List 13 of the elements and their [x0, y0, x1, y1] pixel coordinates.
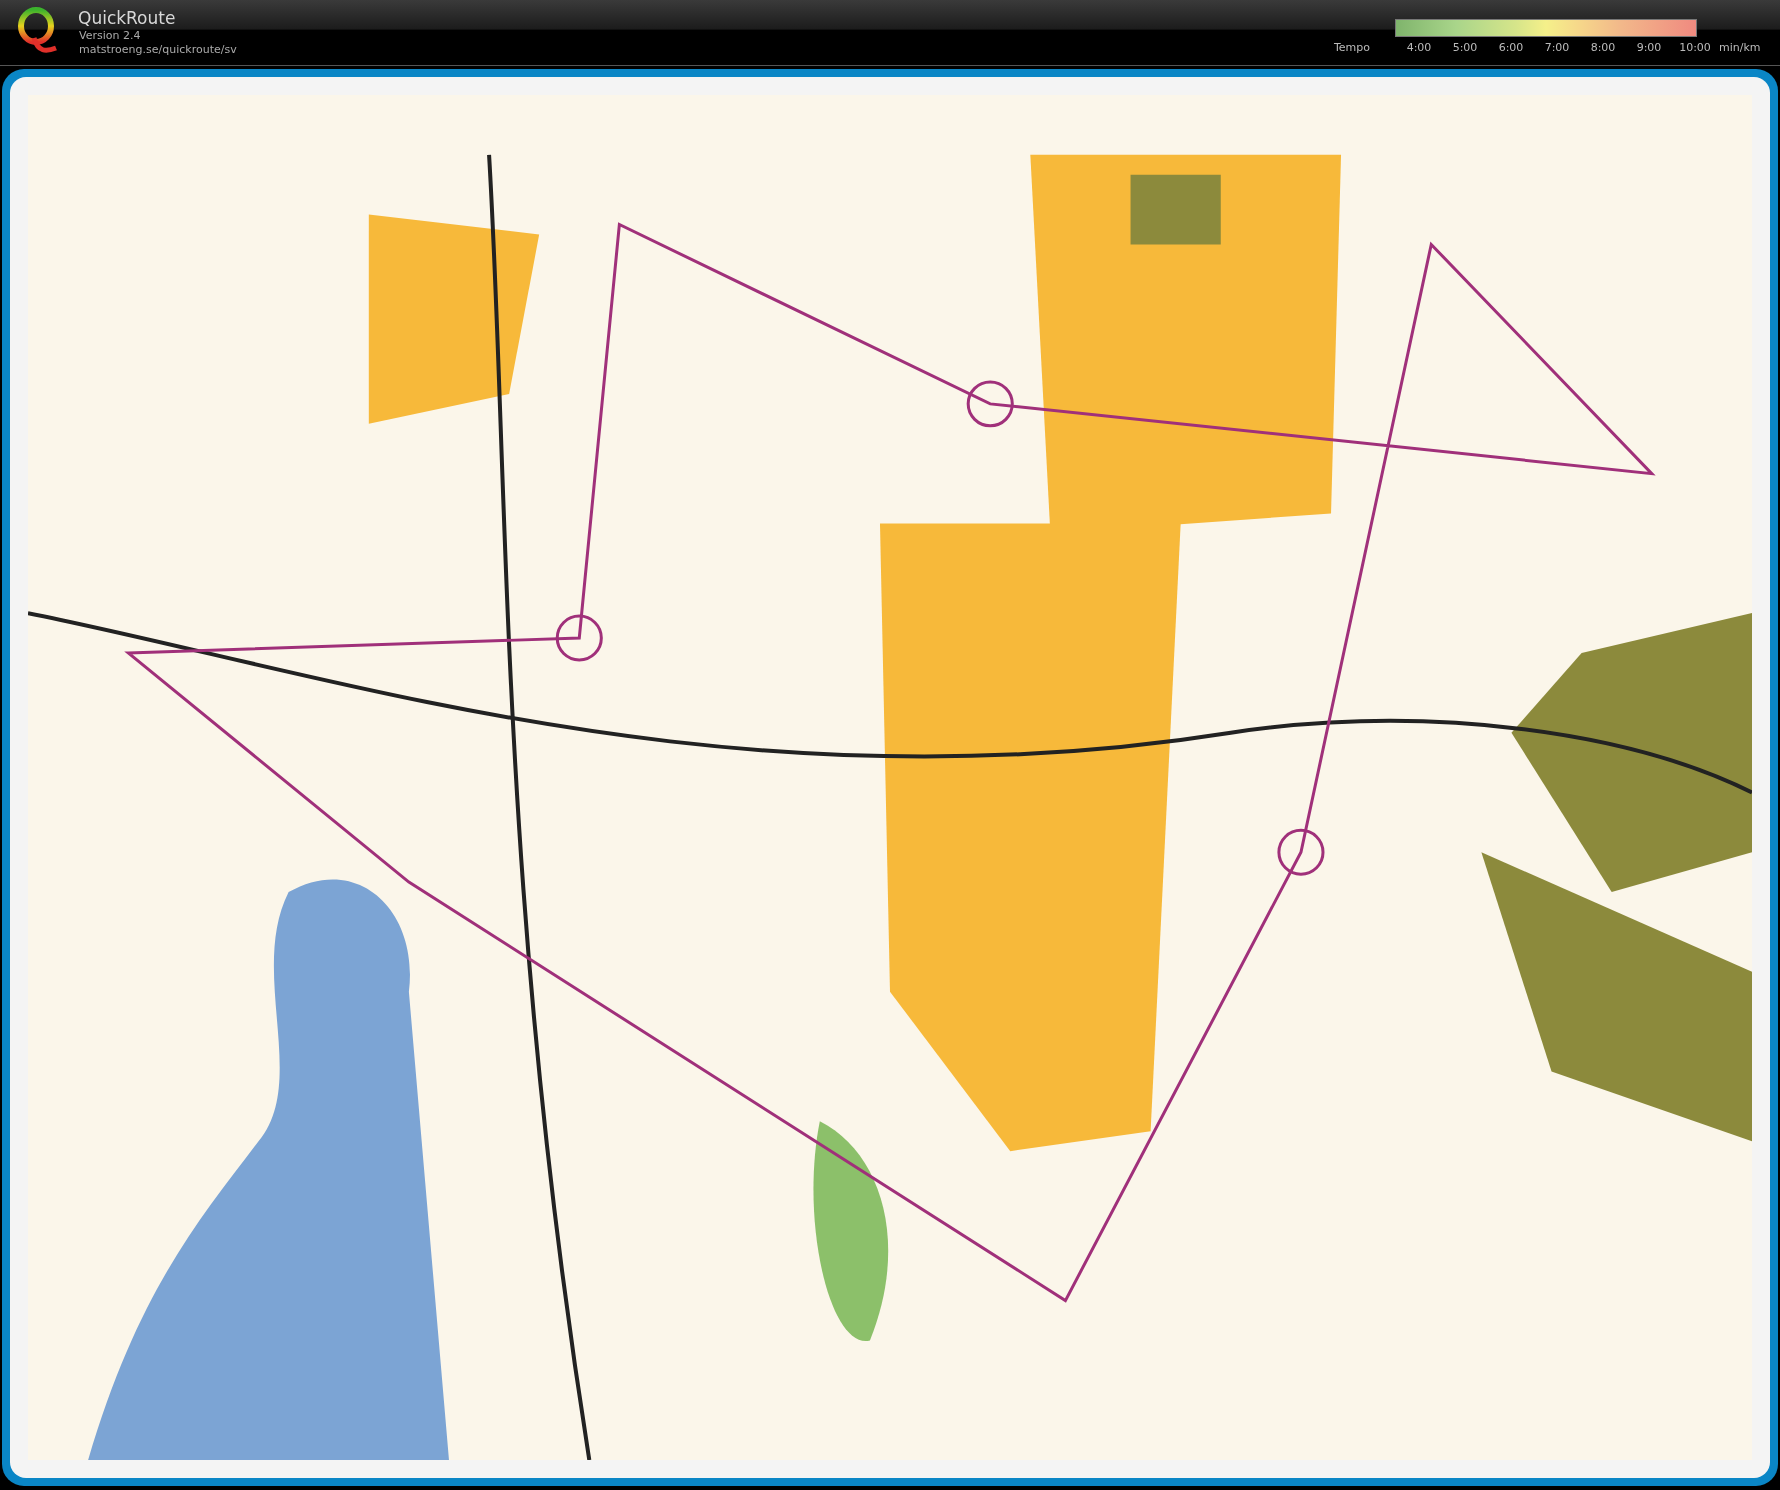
tempo-tick-label: 9:00	[1636, 40, 1662, 56]
tempo-tick-label: 7:00	[1544, 40, 1570, 56]
website-link[interactable]: matstroeng.se/quickroute/sv	[79, 43, 237, 57]
tempo-tick-label: 8:00	[1590, 40, 1616, 56]
app-title: QuickRoute	[78, 7, 176, 30]
version-text: Version 2.4	[79, 29, 141, 43]
tempo-tick-label: 10:00	[1679, 40, 1711, 56]
unit-label: min/km	[1719, 40, 1761, 56]
tempo-tick-label: 6:00	[1498, 40, 1524, 56]
tempo-tick-label: 5:00	[1452, 40, 1478, 56]
logo-icon	[16, 6, 60, 56]
legend-label: Tempo	[1334, 40, 1371, 56]
tempo-tick-label: 4:00	[1406, 40, 1432, 56]
